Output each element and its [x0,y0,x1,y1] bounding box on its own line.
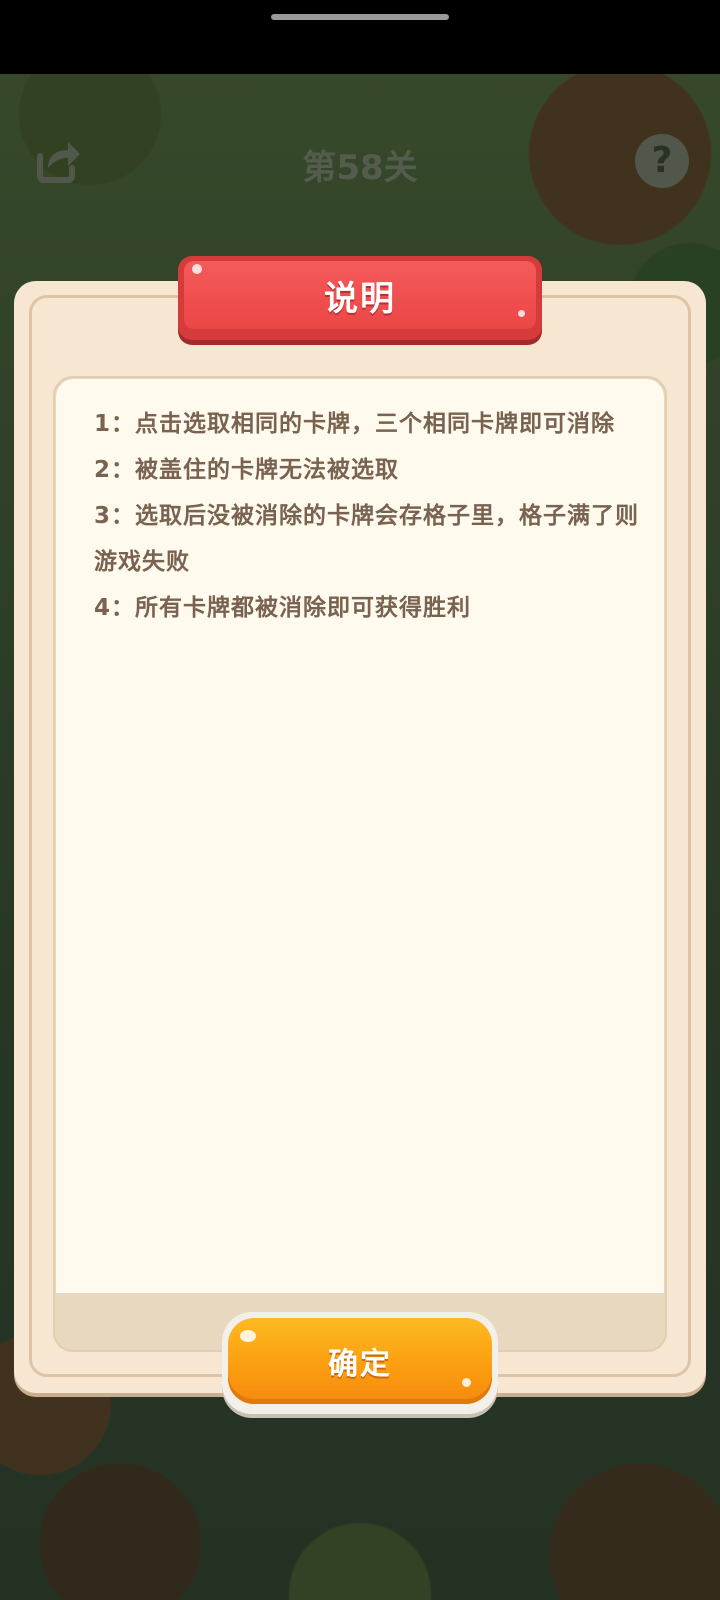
confirm-label: 确定 [328,1347,392,1382]
shine-decoration [240,1330,256,1342]
rule-item: 4：所有卡牌都被消除即可获得胜利 [94,595,472,621]
rule-item: 2：被盖住的卡牌无法被选取 [94,457,400,483]
rule-item: 3：选取后没被消除的卡牌会存格子里，格子满了则游戏失败 [94,503,640,575]
rule-item: 1：点击选取相同的卡牌，三个相同卡牌即可消除 [94,411,616,437]
dialog-title-banner: 说明 [178,256,542,340]
rules-container: 1：点击选取相同的卡牌，三个相同卡牌即可消除 2：被盖住的卡牌无法被选取 3：选… [53,376,667,1352]
shine-decoration [192,264,202,274]
dialog-title: 说明 [324,278,396,319]
home-indicator [271,14,449,20]
rules-list: 1：点击选取相同的卡牌，三个相同卡牌即可消除 2：被盖住的卡牌无法被选取 3：选… [94,401,639,631]
status-bar [0,0,720,74]
shine-decoration [462,1378,471,1387]
rules-scroll-area[interactable]: 1：点击选取相同的卡牌，三个相同卡牌即可消除 2：被盖住的卡牌无法被选取 3：选… [56,379,664,1293]
shine-decoration [518,310,525,317]
confirm-button[interactable]: 确定 [222,1312,498,1414]
